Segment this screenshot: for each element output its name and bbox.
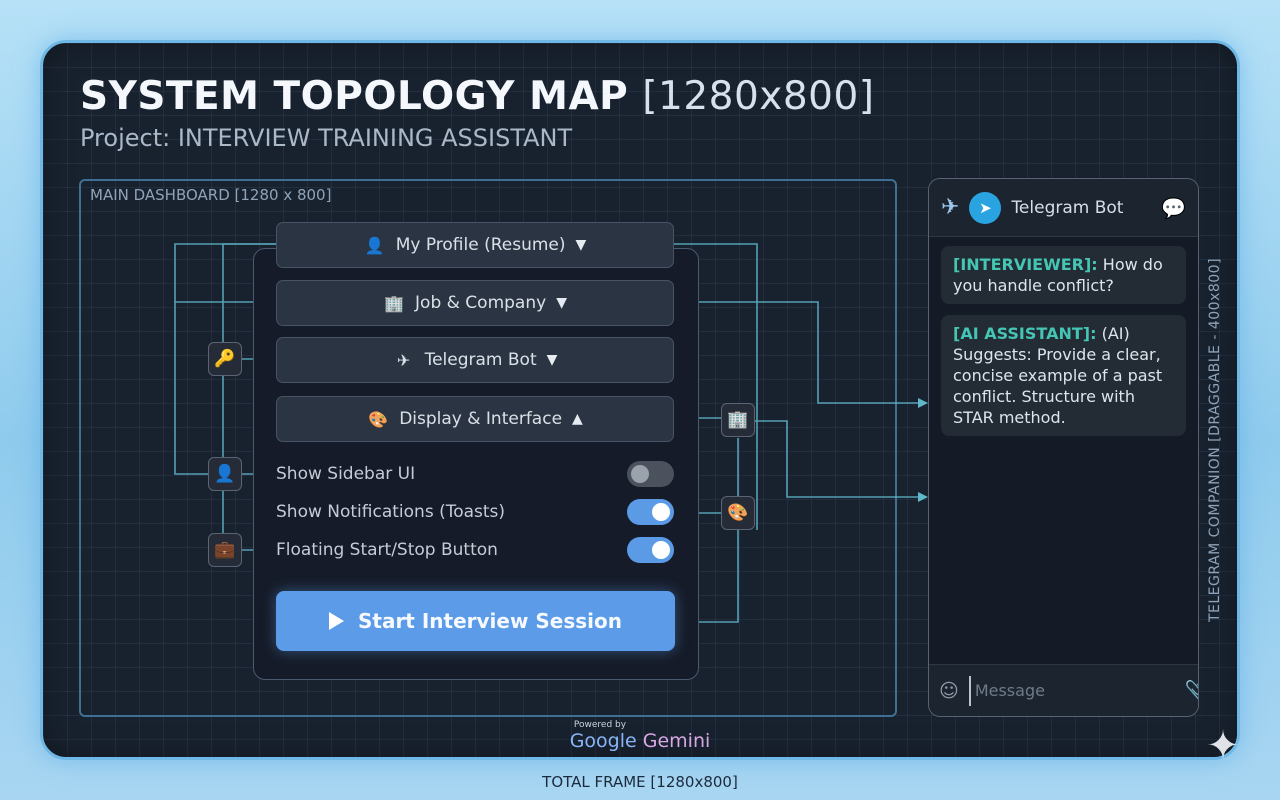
paperclip-icon[interactable]: 📎 xyxy=(1185,679,1198,702)
chevron-down-icon: ▼ xyxy=(546,352,558,368)
telegram-panel: ✈ ➤ Telegram Bot 💬 [INTERVIEWER]: How do… xyxy=(928,178,1199,717)
toggle-label-notifications: Show Notifications (Toasts) xyxy=(276,502,506,522)
toggle-label-sidebar: Show Sidebar UI xyxy=(276,464,416,484)
palette-icon: 🎨 xyxy=(368,409,389,429)
powered-by-badge: Powered by Google Gemini xyxy=(569,720,711,752)
chevron-down-icon: ▼ xyxy=(556,295,567,311)
toggle-label-floating-button: Floating Start/Stop Button xyxy=(276,540,498,560)
key-node-icon[interactable]: 🔑 xyxy=(208,342,242,376)
telegram-header: ✈ ➤ Telegram Bot 💬 xyxy=(929,179,1198,237)
telegram-input-bar: ☺ 📎 🎤 xyxy=(929,664,1198,716)
building-icon: 🏢 xyxy=(384,293,404,313)
page-subtitle: Project: INTERVIEW TRAINING ASSISTANT xyxy=(80,124,573,152)
google-wordmark: Google xyxy=(569,730,637,752)
telegram-logo-icon: ➤ xyxy=(969,191,1002,224)
toggle-knob xyxy=(652,541,670,559)
chevron-down-icon: ▼ xyxy=(575,237,587,253)
building-node-icon[interactable]: 🏢 xyxy=(721,403,755,437)
section-my-profile[interactable]: 👤 My Profile (Resume) ▼ xyxy=(276,222,674,268)
plane-icon: ✈ xyxy=(396,350,411,370)
sparkle-icon: ✦ xyxy=(1206,723,1240,769)
start-interview-button[interactable]: Start Interview Session xyxy=(276,591,675,651)
toggle-floating-button[interactable] xyxy=(627,537,674,563)
toggle-show-sidebar[interactable] xyxy=(627,461,674,487)
chat-bubble-icon[interactable]: 💬 xyxy=(1161,196,1186,220)
toggle-knob xyxy=(652,503,670,521)
section-telegram-bot[interactable]: ✈ Telegram Bot ▼ xyxy=(276,337,674,383)
section-display-interface[interactable]: 🎨 Display & Interface ▲ xyxy=(276,396,674,442)
chevron-up-icon: ▲ xyxy=(572,411,583,427)
briefcase-node-icon[interactable]: 💼 xyxy=(208,533,242,567)
message-interviewer: [INTERVIEWER]: How do you handle conflic… xyxy=(941,246,1186,304)
plane-icon: ✈ xyxy=(941,195,960,220)
main-dashboard-label: MAIN DASHBOARD [1280 x 800] xyxy=(90,186,332,204)
toggle-knob xyxy=(631,465,649,483)
gemini-wordmark: Gemini xyxy=(642,730,711,752)
person-node-icon[interactable]: 👤 xyxy=(208,457,242,491)
toggle-show-notifications[interactable] xyxy=(627,499,674,525)
person-icon: 👤 xyxy=(364,235,385,255)
telegram-title: Telegram Bot xyxy=(1011,197,1124,218)
total-frame-label: TOTAL FRAME [1280x800] xyxy=(542,773,738,791)
page-title: SYSTEM TOPOLOGY MAP [1280x800] xyxy=(80,74,875,119)
palette-node-icon[interactable]: 🎨 xyxy=(721,496,755,530)
emoji-icon[interactable]: ☺ xyxy=(939,680,959,702)
message-ai-assistant: [AI ASSISTANT]: (AI) Suggests: Provide a… xyxy=(941,315,1186,436)
telegram-companion-label: TELEGRAM COMPANION [DRAGGABLE - 400x800] xyxy=(1207,257,1223,623)
message-input[interactable] xyxy=(968,675,1175,706)
play-icon xyxy=(328,612,344,630)
section-job-company[interactable]: 🏢 Job & Company ▼ xyxy=(276,280,674,326)
